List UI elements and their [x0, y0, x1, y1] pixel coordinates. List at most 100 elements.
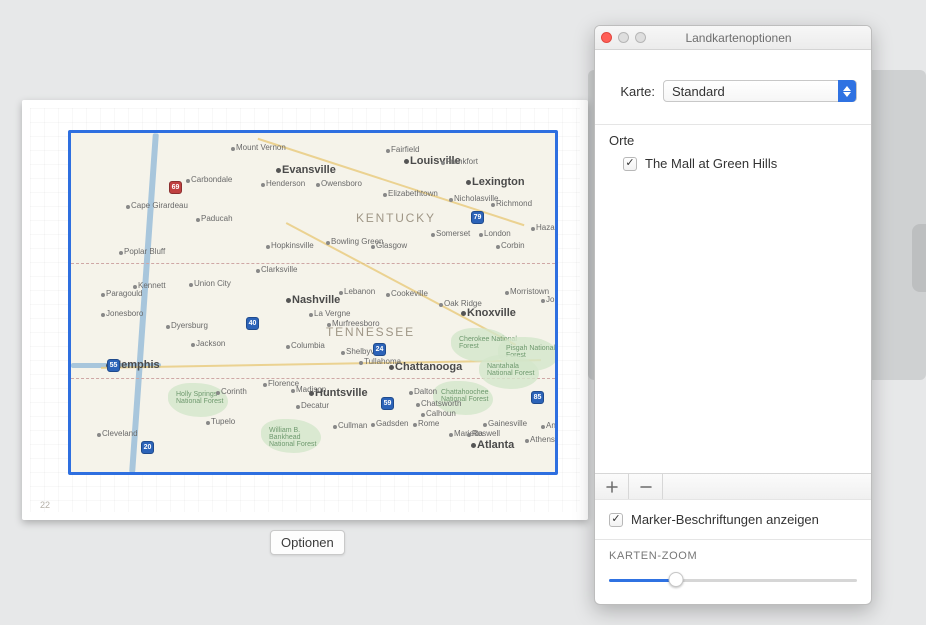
map-city-label: Cookeville: [391, 289, 428, 298]
map-city-label: Frankfort: [446, 157, 478, 166]
options-button-label: Optionen: [281, 535, 334, 550]
map-city-dot: [371, 423, 375, 427]
map-city-label: Gadsden: [376, 419, 408, 428]
map-city-dot: [431, 233, 435, 237]
zoom-slider[interactable]: [609, 572, 857, 588]
map-city-dot: [333, 425, 337, 429]
places-empty-space: [595, 177, 871, 473]
place-item[interactable]: The Mall at Green Hills: [595, 150, 871, 177]
map-city-dot: [483, 423, 487, 427]
map-city-dot: [491, 203, 495, 207]
map-city-label: Evansville: [282, 164, 336, 176]
map-city-label: Hopkinsville: [271, 241, 314, 250]
map-city-dot: [461, 311, 466, 316]
map-city-dot: [276, 168, 281, 173]
map-city-dot: [386, 293, 390, 297]
map-city-label: Roswell: [472, 429, 500, 438]
map-city-dot: [449, 433, 453, 437]
add-place-button[interactable]: [595, 474, 629, 499]
plus-icon: [606, 481, 618, 493]
map-city-dot: [371, 245, 375, 249]
map-city-label: Kennett: [138, 281, 166, 290]
map-city-label: Corbin: [501, 241, 525, 250]
map-city-label: Cape Girardeau: [131, 201, 188, 210]
map-city-label: Henderson: [266, 179, 305, 188]
map-city-label: Murfreesboro: [332, 319, 380, 328]
map-city-label: Cullman: [338, 421, 367, 430]
map-city-dot: [386, 149, 390, 153]
map-river: [129, 133, 159, 473]
map-city-label: Oak Ridge: [444, 299, 482, 308]
map-city-label: Poplar Bluff: [124, 247, 165, 256]
minus-icon: [640, 481, 652, 493]
map-canvas[interactable]: KENTUCKY TENNESSEE Cherokee National For…: [71, 133, 555, 472]
map-city-label: Athens: [530, 435, 555, 444]
map-city-label: Jackson: [196, 339, 225, 348]
map-city-label: Glasgow: [376, 241, 407, 250]
map-city-dot: [339, 291, 343, 295]
map-city-dot: [341, 351, 345, 355]
map-city-label: Corinth: [221, 387, 247, 396]
interstate-shield-icon: 85: [531, 391, 544, 404]
places-header: Orte: [595, 125, 871, 150]
map-city-dot: [97, 433, 101, 437]
map-city-dot: [316, 183, 320, 187]
panel-titlebar[interactable]: Landkartenoptionen: [595, 26, 871, 50]
map-type-select[interactable]: Standard: [663, 80, 857, 102]
map-city-label: Tupelo: [211, 417, 235, 426]
interstate-shield-icon: 79: [471, 211, 484, 224]
map-city-dot: [505, 291, 509, 295]
map-city-dot: [326, 241, 330, 245]
map-city-label: Lebanon: [344, 287, 375, 296]
close-icon[interactable]: [601, 32, 612, 43]
map-city-label: London: [484, 229, 511, 238]
map-city-label: Union City: [194, 279, 231, 288]
map-city-dot: [216, 391, 220, 395]
select-arrows-icon: [838, 80, 856, 102]
map-city-dot: [467, 433, 471, 437]
zoom-block: KARTEN-ZOOM: [595, 539, 871, 604]
map-city-label: Carbondale: [191, 175, 232, 184]
remove-place-button[interactable]: [629, 474, 663, 499]
map-city-dot: [266, 245, 270, 249]
map-city-dot: [133, 285, 137, 289]
map-city-dot: [409, 391, 413, 395]
map-city-label: Knoxville: [467, 307, 516, 319]
panel-title: Landkartenoptionen: [612, 31, 865, 45]
map-city-dot: [541, 425, 545, 429]
place-checkbox[interactable]: [623, 157, 637, 171]
map-city-label: Dyersburg: [171, 321, 208, 330]
map-city-label: Madison: [296, 385, 326, 394]
map-city-label: Calhoun: [426, 409, 456, 418]
map-city-dot: [449, 198, 453, 202]
map-city-label: La Vergne: [314, 309, 350, 318]
map-type-value: Standard: [664, 84, 838, 99]
zoom-label: KARTEN-ZOOM: [609, 550, 857, 562]
map-city-dot: [196, 218, 200, 222]
map-city-dot: [531, 227, 535, 231]
map-city-label: Mount Vernon: [236, 143, 286, 152]
map-city-label: Jonesboro: [106, 309, 143, 318]
marker-labels-checkbox[interactable]: [609, 513, 623, 527]
map-city-dot: [286, 298, 291, 303]
map-city-dot: [119, 251, 123, 255]
map-city-dot: [166, 325, 170, 329]
options-button[interactable]: Optionen: [270, 530, 345, 555]
map-state-border: [71, 263, 555, 264]
map-city-dot: [479, 233, 483, 237]
zoom-slider-thumb[interactable]: [668, 572, 683, 587]
map-selection-frame[interactable]: KENTUCKY TENNESSEE Cherokee National For…: [68, 130, 558, 475]
toolbar-spacer: [663, 474, 871, 499]
map-city-label: Cleveland: [102, 429, 138, 438]
map-state-label: KENTUCKY: [356, 211, 436, 225]
map-city-dot: [525, 439, 529, 443]
map-type-label: Karte:: [609, 84, 655, 99]
zoom-slider-fill: [609, 579, 676, 582]
map-city-label: Paragould: [106, 289, 142, 298]
map-forest-label: William B. Bankhead National Forest: [269, 427, 327, 448]
map-city-dot: [441, 161, 445, 165]
map-city-dot: [471, 443, 476, 448]
map-forest-label: Nantahala National Forest: [487, 363, 545, 377]
map-city-label: Decatur: [301, 401, 329, 410]
map-city-dot: [101, 293, 105, 297]
